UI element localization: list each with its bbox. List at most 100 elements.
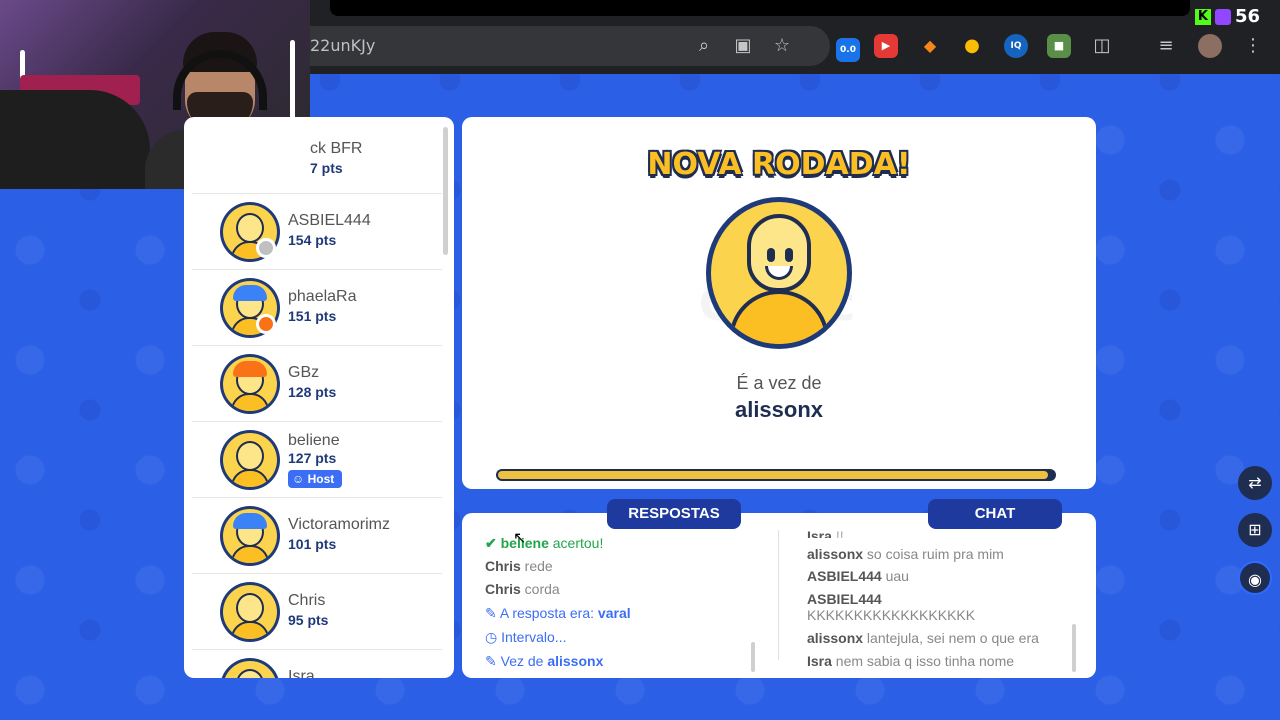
turn-label: É a vez de <box>736 373 822 393</box>
apps-grid-icon[interactable]: ⊞ <box>1238 513 1272 547</box>
player-avatar-body <box>231 545 269 563</box>
chat-scrollbar[interactable] <box>1072 624 1076 672</box>
host-icon: ☺ <box>292 472 308 486</box>
answer-line: Chris corda <box>485 581 560 597</box>
iq-extension-icon[interactable]: IQ <box>1004 34 1028 58</box>
answer-reveal-prefix: A resposta era: <box>499 605 598 621</box>
player-points: 101 pts <box>288 536 337 552</box>
drawer-avatar-face <box>747 214 811 292</box>
interval-text: Intervalo... <box>501 629 567 645</box>
kick-icon: K <box>1194 8 1211 25</box>
turn-player-name: alissonx <box>734 397 824 422</box>
player-row[interactable]: beliene 127 pts ☺ Host <box>192 422 442 498</box>
player-avatar-hair <box>233 361 267 377</box>
assistant-bot-icon[interactable]: ◉ <box>1238 561 1272 595</box>
profile-avatar-icon[interactable] <box>1198 34 1222 58</box>
second-person-silhouette <box>0 90 150 189</box>
round-timer-bar <box>496 469 1056 481</box>
chat-text: uau <box>881 568 909 584</box>
drawer-avatar-body <box>729 290 829 344</box>
host-label: Host <box>307 472 335 486</box>
answer-line: Chris rede <box>485 558 553 574</box>
player-status-dot <box>256 314 276 334</box>
player-avatar-body <box>231 469 269 487</box>
extensions-puzzle-icon[interactable]: ◫ <box>1090 34 1114 58</box>
install-app-icon[interactable]: ▣ <box>731 34 755 58</box>
round-timer-fill <box>498 471 1049 479</box>
player-name: Chris <box>288 592 326 609</box>
answer-player: Chris <box>485 558 521 574</box>
player-name: GBz <box>288 364 320 381</box>
zoom-icon[interactable]: ⌕ <box>692 34 716 58</box>
player-row[interactable]: Chris 95 pts <box>192 574 442 650</box>
answers-chat-divider <box>778 530 779 660</box>
player-name: Victoramorimz <box>288 516 390 533</box>
player-avatar-inner <box>223 433 277 487</box>
chat-message: Isra nem sabia q isso tinha nome <box>807 653 1077 669</box>
puzzle-green-icon[interactable]: ■ <box>1047 34 1071 58</box>
player-avatar <box>220 430 280 490</box>
translate-icon[interactable]: ⇄ <box>1238 466 1272 500</box>
round-card: Gartic NOVA RODADA! É a vez de alissonx <box>462 117 1096 489</box>
bookmark-star-icon[interactable]: ☆ <box>770 34 794 58</box>
host-badge: ☺ Host <box>288 470 343 488</box>
player-avatar-inner <box>223 585 277 639</box>
pencil-icon: ✎ <box>485 605 497 621</box>
answer-player: Chris <box>485 581 521 597</box>
answer-reveal-line: ✎ A resposta era: varal <box>485 605 631 622</box>
chat-text: lantejula, sei nem o que era <box>863 630 1039 646</box>
player-row[interactable]: phaelaRa 151 pts <box>192 270 442 346</box>
player-name: ASBIEL444 <box>288 212 371 229</box>
drawer-avatar-smile <box>765 266 793 280</box>
drawer-avatar <box>706 197 852 349</box>
answer-text: acertou! <box>548 535 604 551</box>
chat-user: alissonx <box>807 546 864 562</box>
chat-message: alissonx so coisa ruim pra mim <box>807 546 1077 562</box>
chat-user: Isra <box>807 528 832 538</box>
answer-text: rede <box>520 558 553 574</box>
players-scrollbar[interactable] <box>443 127 448 255</box>
answers-scrollbar[interactable] <box>751 642 755 672</box>
chat-message: alissonx lantejula, sei nem o que era <box>807 630 1077 646</box>
player-status-dot <box>256 238 276 258</box>
colorful-extension-icon[interactable]: ● <box>960 34 984 58</box>
answer-reveal-word: varal <box>597 605 631 621</box>
player-points: 128 pts <box>288 384 337 400</box>
player-avatar <box>220 582 280 642</box>
viewer-count: 56 <box>1234 6 1260 27</box>
player-avatar <box>220 506 280 566</box>
chat-text: nem sabia q isso tinha nome <box>831 653 1015 669</box>
player-row[interactable]: ASBIEL444 154 pts <box>192 194 442 270</box>
player-avatar-inner <box>223 661 277 678</box>
chat-text: KKKKKKKKKKKKKKKKKK <box>807 607 976 623</box>
browser-tab-strip <box>330 0 1190 16</box>
address-text[interactable]: 22unKJy <box>310 36 375 55</box>
drawer-avatar-inner <box>711 202 847 344</box>
mouse-cursor-icon: ↖ <box>513 528 527 547</box>
turn-prefix: Vez de <box>500 653 548 669</box>
player-row[interactable]: GBz 128 pts <box>192 346 442 422</box>
player-row[interactable]: ck BFR 7 pts <box>192 122 442 194</box>
clock-icon: ◷ <box>485 629 498 645</box>
chat-message: ASBIEL444 uau <box>807 568 1077 584</box>
player-avatar <box>220 354 280 414</box>
extension-counter-icon[interactable]: 0.0 <box>836 38 860 62</box>
player-points: 127 pts <box>288 450 337 466</box>
player-name: phaelaRa <box>288 288 357 305</box>
chat-text: !! <box>835 528 844 538</box>
player-avatar-inner <box>223 357 277 411</box>
tab-answers[interactable]: RESPOSTAS <box>607 499 741 529</box>
media-control-icon[interactable]: ≡ <box>1154 34 1178 58</box>
player-points: 95 pts <box>288 612 329 628</box>
answer-text: corda <box>520 581 560 597</box>
extension-red-icon[interactable]: ▶ <box>874 34 898 58</box>
player-row[interactable]: Victoramorimz 101 pts <box>192 498 442 574</box>
browser-menu-icon[interactable]: ⋮ <box>1241 34 1265 58</box>
check-icon: ✔ <box>485 535 497 551</box>
metamask-icon[interactable]: ◆ <box>918 34 942 58</box>
player-points: 7 pts <box>310 160 343 176</box>
turn-line: ✎ Vez de alissonx <box>485 653 603 670</box>
player-row[interactable]: Isra <box>192 650 442 678</box>
tab-chat[interactable]: CHAT <box>928 499 1062 529</box>
chat-message: ASBIEL444 KKKKKKKKKKKKKKKKKK <box>807 591 1077 623</box>
